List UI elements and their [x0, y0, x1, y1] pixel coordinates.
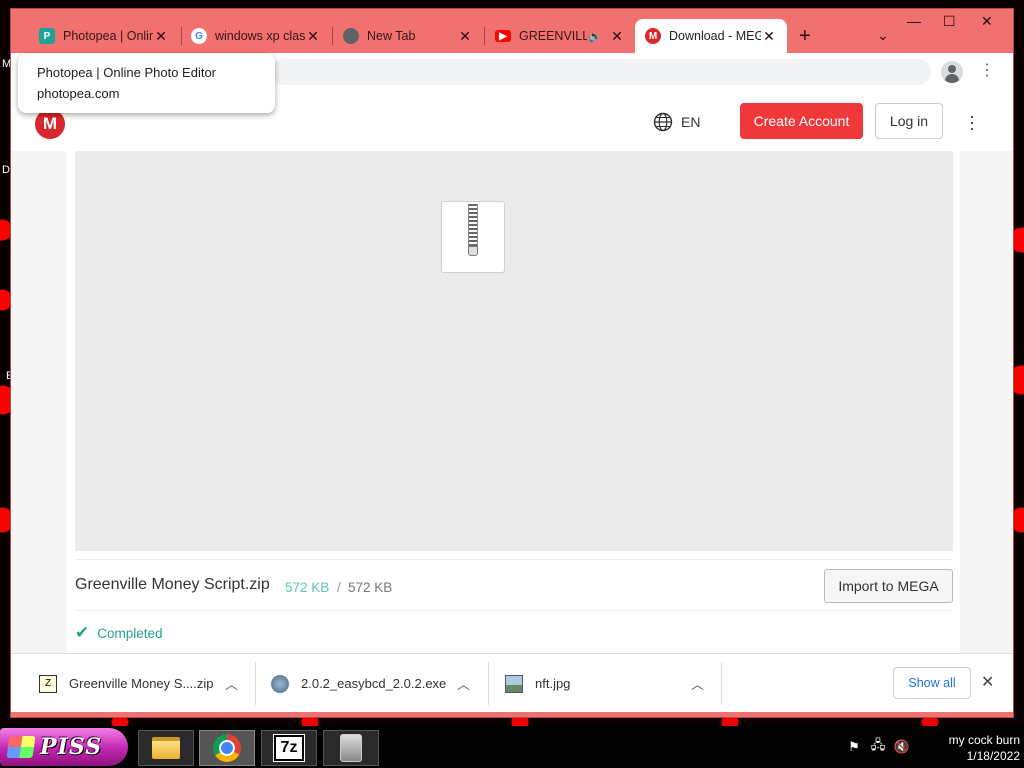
download-filename: Greenville Money S....zip	[69, 676, 214, 691]
download-filename: nft.jpg	[535, 676, 571, 691]
zip-file-icon	[441, 201, 505, 273]
image-icon	[505, 674, 523, 693]
show-all-button[interactable]: Show all	[893, 667, 971, 699]
chevron-up-icon[interactable]: ︿	[457, 674, 470, 693]
close-tab-icon[interactable]: ✕	[761, 28, 777, 45]
download-shelf: Z Greenville Money S....zip ︿ 2.0.2_easy…	[11, 653, 1013, 712]
taskbar-app-installer[interactable]	[323, 730, 379, 766]
globe-icon	[653, 112, 673, 132]
start-button[interactable]: PISS	[0, 728, 128, 766]
zip-icon: Z	[39, 674, 57, 693]
total-size: 572 KB	[348, 580, 393, 595]
tab-hover-tooltip: Photopea | Online Photo Editor photopea.…	[18, 54, 275, 113]
windows-flag-icon	[6, 736, 36, 758]
close-window-button[interactable]: ✕	[981, 13, 993, 30]
speaker-icon[interactable]: 🔈	[587, 30, 603, 43]
taskbar-app-7zip[interactable]: 7z	[261, 730, 317, 766]
start-label: PISS	[40, 734, 103, 760]
chrome-icon	[343, 28, 359, 44]
tab-title: Photopea | Online Photo Editor	[63, 29, 153, 43]
desktop-icon-label[interactable]: D	[2, 164, 10, 176]
file-preview-area	[75, 151, 953, 551]
checkmark-icon: ✔	[75, 623, 90, 642]
file-name: Greenville Money Script.zip	[75, 576, 270, 593]
login-button[interactable]: Log in	[875, 103, 943, 139]
new-tab-button[interactable]: +	[799, 25, 811, 48]
language-label: EN	[681, 114, 701, 130]
network-icon[interactable]: 🖧	[870, 737, 886, 755]
tab-new-tab[interactable]: New Tab ✕	[333, 19, 483, 53]
close-icon[interactable]: ✕	[981, 672, 994, 692]
divider	[255, 662, 256, 705]
clock-user-label: my cock burn	[948, 733, 1020, 747]
tooltip-title: Photopea | Online Photo Editor	[37, 65, 216, 80]
import-to-mega-button[interactable]: Import to MEGA	[824, 569, 953, 603]
file-info-row: Greenville Money Script.zip 572 KB / 572…	[75, 559, 953, 611]
divider	[721, 662, 722, 705]
kebab-icon[interactable]: · · ·	[969, 107, 975, 137]
download-card: Greenville Money Script.zip 572 KB / 572…	[67, 151, 960, 653]
close-tab-icon[interactable]: ✕	[609, 28, 625, 45]
taskbar: PISS 7z ⚑ 🖧 🔇 my cock burn 1/18/2022	[0, 726, 1024, 768]
status-label: Completed	[97, 625, 163, 641]
photopea-icon: P	[39, 28, 55, 44]
close-tab-icon[interactable]: ✕	[457, 28, 473, 45]
close-tab-icon[interactable]: ✕	[305, 28, 321, 45]
clock-date: 1/18/2022	[966, 749, 1020, 763]
download-item[interactable]: nft.jpg ︿	[505, 654, 705, 713]
tab-title: windows xp classic	[215, 29, 305, 43]
file-explorer-icon	[152, 737, 180, 759]
address-bar[interactable]	[271, 59, 931, 85]
exe-icon	[271, 674, 289, 693]
clock[interactable]: my cock burn 1/18/2022	[924, 732, 1020, 764]
download-item[interactable]: 2.0.2_easybcd_2.0.2.exe ︿	[271, 654, 471, 713]
minimize-button[interactable]: —	[907, 13, 921, 29]
youtube-icon: ▶	[495, 30, 511, 42]
chevron-up-icon[interactable]: ︿	[225, 674, 238, 693]
system-tray: ⚑ 🖧 🔇	[846, 726, 918, 768]
chevron-up-icon[interactable]: ︿	[691, 674, 704, 693]
downloaded-size: 572 KB	[285, 580, 330, 595]
divider	[488, 662, 489, 705]
tab-youtube[interactable]: ▶ GREENVILLE 🔈 ✕	[485, 19, 635, 53]
tab-strip: P Photopea | Online Photo Editor ✕ G win…	[11, 9, 1013, 55]
download-filename: 2.0.2_easybcd_2.0.2.exe	[301, 676, 447, 691]
chrome-window: P Photopea | Online Photo Editor ✕ G win…	[10, 8, 1014, 718]
tab-title: Download - MEGA	[669, 29, 761, 43]
size-separator: /	[337, 580, 341, 595]
installer-icon	[340, 734, 362, 762]
tab-search-button[interactable]: ⌄	[877, 27, 889, 44]
flag-icon[interactable]: ⚑	[846, 739, 862, 755]
mega-logo[interactable]: M	[35, 109, 65, 139]
chrome-menu-icon[interactable]: ⋮	[979, 63, 995, 79]
page-viewport: M EN Create Account Log in · · · Greenvi…	[11, 91, 1013, 653]
download-item[interactable]: Z Greenville Money S....zip ︿	[39, 654, 239, 713]
tab-mega-download[interactable]: M Download - MEGA ✕	[635, 19, 787, 53]
tab-google-search[interactable]: G windows xp classic ✕	[181, 19, 331, 53]
7zip-icon: 7z	[273, 734, 305, 762]
taskbar-app-chrome[interactable]	[199, 730, 255, 766]
google-icon: G	[191, 28, 207, 44]
close-tab-icon[interactable]: ✕	[153, 28, 169, 45]
download-status: ✔ Completed	[75, 623, 163, 643]
chrome-icon	[213, 734, 241, 762]
maximize-button[interactable]: ☐	[943, 13, 956, 30]
tab-photopea[interactable]: P Photopea | Online Photo Editor ✕	[29, 19, 179, 53]
volume-muted-icon[interactable]: 🔇	[894, 739, 910, 755]
tab-title: New Tab	[367, 29, 416, 43]
mega-icon: M	[645, 28, 661, 44]
profile-icon[interactable]	[941, 61, 963, 83]
language-selector[interactable]: EN	[653, 112, 700, 132]
tooltip-url: photopea.com	[37, 86, 120, 101]
taskbar-app-explorer[interactable]	[138, 730, 194, 766]
create-account-button[interactable]: Create Account	[740, 103, 863, 139]
tab-title: GREENVILLE	[519, 29, 587, 43]
